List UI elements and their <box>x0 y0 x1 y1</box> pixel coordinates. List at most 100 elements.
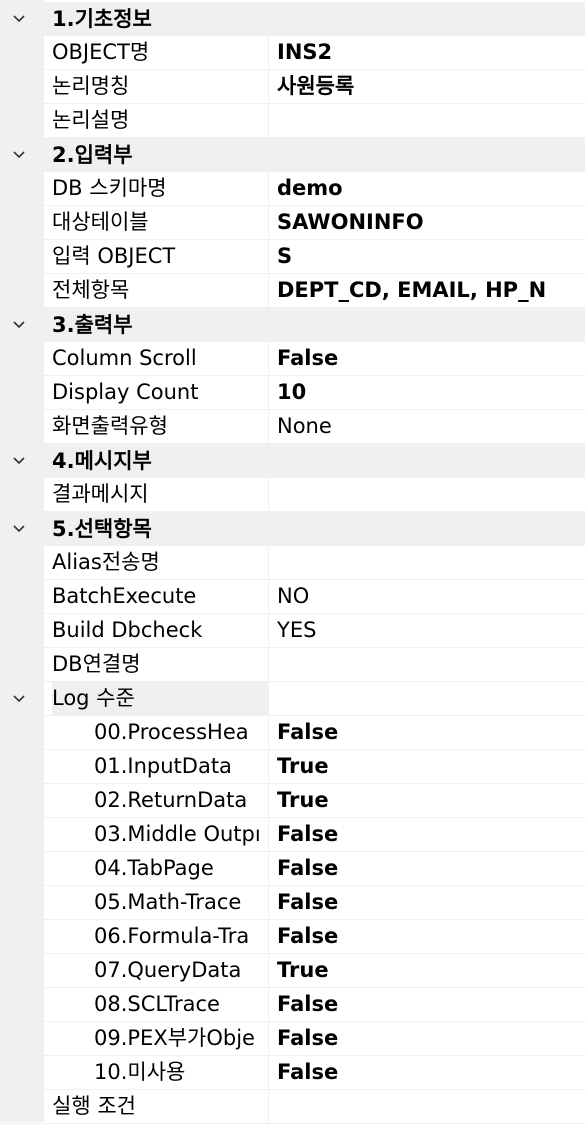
property-value[interactable]: 10 <box>268 376 585 409</box>
property-row[interactable]: 전체항목 DEPT_CD, EMAIL, HP_N <box>0 274 585 308</box>
property-row[interactable]: 10.미사용 False <box>0 1056 585 1090</box>
property-row[interactable]: 09.PEX부가Obje False <box>0 1022 585 1056</box>
property-name: 07.QueryData <box>94 958 242 982</box>
property-row[interactable]: 00.ProcessHea False <box>0 716 585 750</box>
property-name: 논리설명 <box>52 108 130 132</box>
chevron-down-icon[interactable] <box>12 318 26 332</box>
property-value[interactable]: False <box>268 1022 585 1055</box>
property-value[interactable]: S <box>268 240 585 273</box>
property-value[interactable]: False <box>268 920 585 953</box>
property-value[interactable]: demo <box>268 172 585 205</box>
property-name: DB연결명 <box>52 652 141 676</box>
property-row[interactable]: Build Dbcheck YES <box>0 614 585 648</box>
category-title: 4.메시지부 <box>52 449 152 473</box>
property-row[interactable]: 04.TabPage False <box>0 852 585 886</box>
property-row[interactable]: DB연결명 <box>0 648 585 682</box>
property-value[interactable]: False <box>268 716 585 749</box>
property-value[interactable]: 사원등록 <box>268 70 585 103</box>
property-name: 10.미사용 <box>94 1060 186 1084</box>
property-name: 논리명칭 <box>52 74 130 98</box>
category-header[interactable]: 4.메시지부 <box>0 444 585 478</box>
property-name: 06.Formula-Tra <box>94 924 250 948</box>
property-row[interactable]: 화면출력유형 None <box>0 410 585 444</box>
property-name: 대상테이블 <box>52 210 149 234</box>
property-row[interactable]: 05.Math-Trace False <box>0 886 585 920</box>
property-row[interactable]: 논리설명 <box>0 104 585 138</box>
property-row[interactable]: 06.Formula-Tra False <box>0 920 585 954</box>
property-name: 02.ReturnData <box>94 788 248 812</box>
property-value[interactable]: False <box>268 818 585 851</box>
property-row[interactable]: 입력 OBJECT S <box>0 240 585 274</box>
category-header[interactable]: 2.입력부 <box>0 138 585 172</box>
property-name: 04.TabPage <box>94 856 214 880</box>
property-name: Alias전송명 <box>52 550 160 574</box>
property-value[interactable]: None <box>268 410 585 443</box>
property-value[interactable]: True <box>268 750 585 783</box>
property-name: DB 스키마명 <box>52 176 167 200</box>
property-value[interactable] <box>268 682 585 715</box>
chevron-down-icon[interactable] <box>12 692 26 706</box>
property-value[interactable]: YES <box>268 614 585 647</box>
property-row[interactable]: 결과메시지 <box>0 478 585 512</box>
property-row[interactable]: 02.ReturnData True <box>0 784 585 818</box>
property-row[interactable]: Column Scroll False <box>0 342 585 376</box>
property-name: 01.InputData <box>94 754 232 778</box>
category-title: 2.입력부 <box>52 143 133 167</box>
chevron-down-icon[interactable] <box>12 148 26 162</box>
property-row[interactable]: 03.Middle Outpı False <box>0 818 585 852</box>
property-value[interactable] <box>268 648 585 681</box>
property-name: Build Dbcheck <box>52 618 203 642</box>
property-value[interactable]: False <box>268 988 585 1021</box>
property-value[interactable] <box>268 1090 585 1123</box>
property-name: 전체항목 <box>52 278 130 302</box>
property-value[interactable]: INS2 <box>268 36 585 69</box>
property-value[interactable]: DEPT_CD, EMAIL, HP_N <box>268 274 585 307</box>
category-header[interactable]: 3.출력부 <box>0 308 585 342</box>
property-row[interactable]: 실행 조건 <box>0 1090 585 1124</box>
property-name: 입력 OBJECT <box>52 244 176 268</box>
property-row[interactable]: 08.SCLTrace False <box>0 988 585 1022</box>
property-value[interactable]: False <box>268 1056 585 1089</box>
category-title: 5.선택항목 <box>52 517 152 541</box>
chevron-down-icon[interactable] <box>12 12 26 26</box>
property-value[interactable] <box>268 546 585 579</box>
property-name: OBJECT명 <box>52 40 150 64</box>
property-value[interactable] <box>268 478 585 511</box>
property-name: 화면출력유형 <box>52 414 168 438</box>
category-header[interactable]: 5.선택항목 <box>0 512 585 546</box>
property-row[interactable]: 논리명칭 사원등록 <box>0 70 585 104</box>
property-name: 09.PEX부가Obje <box>94 1026 255 1050</box>
property-name: Log 수준 <box>52 682 268 715</box>
property-value[interactable]: True <box>268 784 585 817</box>
property-name: Column Scroll <box>52 346 197 370</box>
property-value[interactable] <box>268 104 585 137</box>
category-header[interactable]: 1.기초정보 <box>0 2 585 36</box>
chevron-down-icon[interactable] <box>12 454 26 468</box>
property-row[interactable]: DB 스키마명 demo <box>0 172 585 206</box>
property-name: 00.ProcessHea <box>94 720 249 744</box>
property-value[interactable]: True <box>268 954 585 987</box>
property-row[interactable]: OBJECT명 INS2 <box>0 36 585 70</box>
property-row[interactable]: 대상테이블 SAWONINFO <box>0 206 585 240</box>
property-value[interactable]: False <box>268 886 585 919</box>
property-name: BatchExecute <box>52 584 197 608</box>
log-level-group[interactable]: Log 수준 <box>0 682 585 716</box>
category-title: 1.기초정보 <box>52 7 152 31</box>
property-row[interactable]: BatchExecute NO <box>0 580 585 614</box>
property-row[interactable]: Display Count 10 <box>0 376 585 410</box>
property-name: 실행 조건 <box>52 1094 136 1118</box>
category-title: 3.출력부 <box>52 313 133 337</box>
property-row[interactable]: 01.InputData True <box>0 750 585 784</box>
property-name: 03.Middle Outpı <box>94 822 261 846</box>
property-value[interactable]: False <box>268 852 585 885</box>
property-row[interactable]: Alias전송명 <box>0 546 585 580</box>
property-grid: 1.기초정보 OBJECT명 INS2 논리명칭 사원등록논리설명 2.입력부 DB 스키마… <box>0 0 585 1124</box>
property-value[interactable]: SAWONINFO <box>268 206 585 239</box>
property-row[interactable]: 07.QueryData True <box>0 954 585 988</box>
property-value[interactable]: NO <box>268 580 585 613</box>
property-name: Display Count <box>52 380 199 404</box>
property-value[interactable]: False <box>268 342 585 375</box>
chevron-down-icon[interactable] <box>12 522 26 536</box>
property-name: 08.SCLTrace <box>94 992 220 1016</box>
property-name: 결과메시지 <box>52 482 149 506</box>
